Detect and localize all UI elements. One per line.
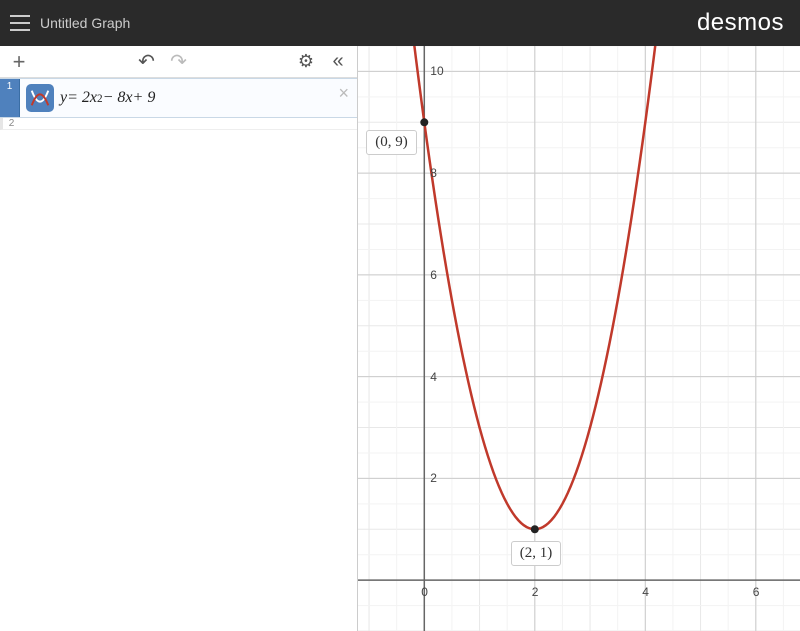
parabola-icon: [29, 87, 51, 109]
graph-canvas[interactable]: 0 2 4 6 2 4 6 8 10 (0, 9) (2, 1): [358, 46, 800, 631]
app-header: desmos: [0, 0, 800, 46]
axis-tick-y: 6: [430, 268, 437, 282]
axis-tick-x: 4: [642, 585, 649, 599]
axis-tick-y: 2: [430, 471, 437, 485]
settings-button[interactable]: ⚙: [293, 50, 319, 74]
axis-tick-x: 6: [753, 585, 760, 599]
point-label: (2, 1): [511, 541, 562, 566]
axis-tick-x: 0: [421, 585, 428, 599]
expression-index: 1: [0, 79, 20, 117]
expression-row[interactable]: 1 y = 2x2 − 8x + 9 ×: [0, 78, 357, 118]
axis-tick-y: 4: [430, 370, 437, 384]
expression-color-icon[interactable]: [26, 84, 54, 112]
close-icon: ×: [338, 83, 349, 103]
expression-index-next: 2: [3, 118, 20, 129]
axis-tick-x: 2: [532, 585, 539, 599]
collapse-panel-button[interactable]: «: [325, 50, 351, 74]
graph-title-input[interactable]: [40, 15, 240, 31]
remove-expression-button[interactable]: ×: [338, 83, 349, 104]
expression-toolbar: + ↶ ↷ ⚙ «: [0, 46, 357, 78]
axis-tick-y: 10: [430, 64, 443, 78]
expression-formula[interactable]: y = 2x2 − 8x + 9: [60, 89, 155, 107]
expression-row-empty[interactable]: 2: [0, 118, 357, 130]
gear-icon: ⚙: [298, 51, 314, 72]
expression-list: 1 y = 2x2 − 8x + 9 × 2: [0, 78, 357, 631]
expression-panel: + ↶ ↷ ⚙ « 1: [0, 46, 358, 631]
point-label: (0, 9): [366, 130, 417, 155]
undo-button[interactable]: ↶: [134, 50, 160, 74]
redo-button[interactable]: ↷: [166, 50, 192, 74]
add-expression-button[interactable]: +: [6, 50, 32, 74]
axis-tick-y: 8: [430, 166, 437, 180]
menu-icon[interactable]: [10, 15, 30, 31]
brand-logo: desmos: [697, 9, 790, 37]
